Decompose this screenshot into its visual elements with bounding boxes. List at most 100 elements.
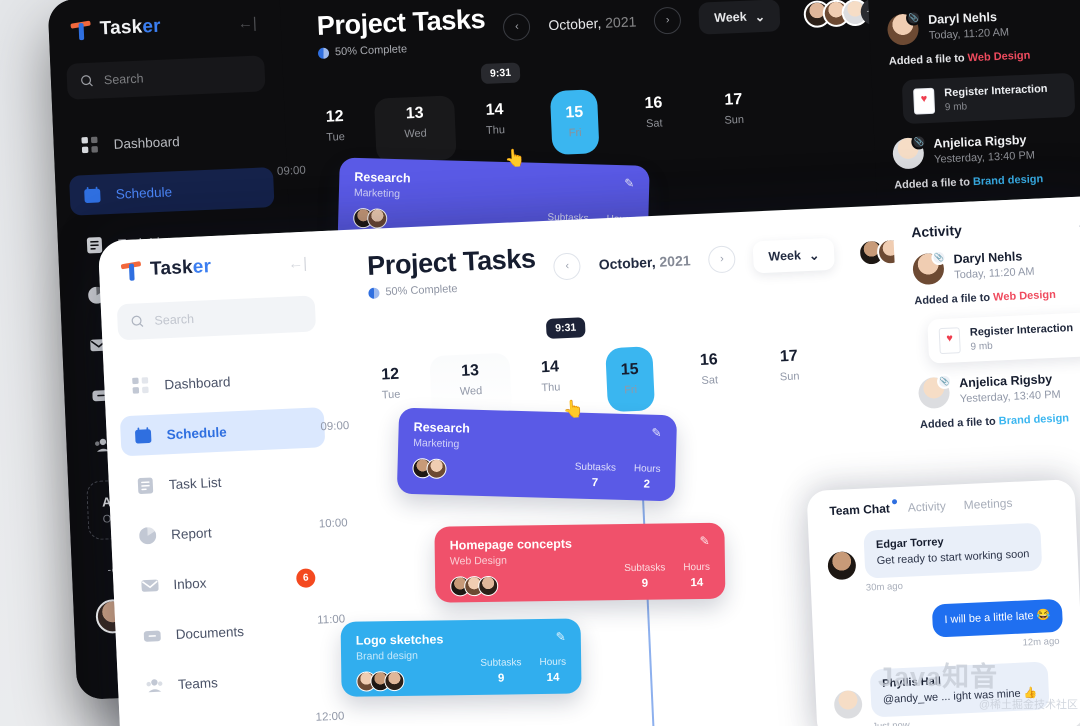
day-name: Thu — [485, 124, 506, 137]
activity-timestamp: Today, 11:20 AM — [928, 26, 1010, 42]
tab-meetings[interactable]: Meetings — [963, 496, 1012, 512]
day-number: 13 — [405, 104, 424, 123]
chat-bubble-incoming[interactable]: Phyllis Hall @andy_we ... ight was mine … — [869, 661, 1051, 718]
sidebar-item-dashboard[interactable]: Dashboard — [118, 357, 324, 406]
day-number: 12 — [325, 108, 344, 126]
chat-bubble-incoming[interactable]: Edgar Torrey Get ready to start working … — [863, 522, 1043, 579]
team-chat-panel: Team Chat Activity Meetings Edgar Torrey… — [806, 479, 1080, 726]
task-card-homepage-concepts[interactable]: Homepage concepts Web Design ✎ Subtasks 9… — [434, 522, 726, 603]
avatar — [833, 689, 863, 719]
edit-task-icon[interactable]: ✎ — [624, 176, 634, 190]
edit-task-icon[interactable]: ✎ — [651, 426, 661, 440]
edit-task-icon[interactable]: ✎ — [699, 534, 709, 548]
day-column[interactable]: 16 Sat — [613, 85, 696, 152]
collapse-sidebar-icon[interactable]: ←| — [237, 14, 257, 32]
view-selector[interactable]: Week ⌄ — [752, 237, 836, 274]
sidebar-item-label: Task List — [168, 474, 222, 492]
activity-item[interactable]: 📎 Daryl Nehls Today, 11:20 AM Added a fi… — [894, 231, 1080, 365]
file-name: Register Interaction — [969, 321, 1074, 339]
activity-item[interactable]: 📎 Anjelica Rigsby Yesterday, 13:40 PM Ad… — [899, 355, 1080, 435]
day-column[interactable]: 12 Tue — [294, 99, 377, 166]
activity-title: Activity — [910, 222, 963, 241]
hour-label: 12:00 — [315, 710, 345, 724]
day-column[interactable]: 17 Sun — [693, 82, 776, 149]
attachment-icon: 📎 — [905, 10, 922, 26]
search-input[interactable]: Search — [66, 55, 266, 100]
view-label: Week — [768, 248, 802, 264]
day-column[interactable]: 13 Wed — [374, 95, 457, 163]
day-column[interactable]: 17 Sun — [748, 338, 831, 406]
activity-item[interactable]: 📎 Daryl Nehls Today, 11:20 AM Added a fi… — [868, 0, 1080, 125]
activity-target[interactable]: Web Design — [993, 289, 1056, 304]
current-time-indicator: 9:31 — [480, 62, 521, 85]
sidebar-item-inbox[interactable]: Inbox 6 — [127, 557, 333, 606]
heart-glyph: ♥ — [920, 93, 928, 106]
search-placeholder: Search — [103, 71, 144, 88]
view-selector[interactable]: Week ⌄ — [698, 0, 781, 35]
prev-month-button[interactable]: ‹ — [553, 251, 582, 281]
chat-text: @andy_we ... ight was mine 👍 — [882, 686, 1038, 706]
sidebar-item-schedule[interactable]: Schedule — [119, 407, 326, 457]
avatar — [478, 575, 499, 597]
activity-file-card[interactable]: ♥ Register Interaction 9 mb — [927, 312, 1080, 364]
mouse-cursor-icon: 👆 — [504, 148, 527, 169]
avatar — [426, 458, 447, 479]
hour-label: 09:00 — [276, 164, 307, 178]
hours-value: 14 — [690, 576, 704, 590]
view-label: Week — [713, 9, 747, 26]
avatar: 📎 — [912, 249, 947, 286]
sidebar-item-schedule[interactable]: Schedule — [69, 167, 275, 216]
day-name: Tue — [326, 130, 346, 144]
activity-action: Added a file to Web Design — [888, 49, 1031, 68]
people-icon — [146, 678, 163, 692]
collapse-sidebar-icon[interactable]: ←| — [288, 254, 308, 272]
page-title: Project Tasks — [366, 243, 537, 281]
task-card-logo-sketches[interactable]: Logo sketches Brand design ✎ Subtasks 9 H… — [340, 618, 582, 697]
month-label: October, 2021 — [598, 252, 691, 273]
activity-target[interactable]: Brand design — [973, 173, 1044, 188]
day-number: 16 — [644, 94, 663, 113]
file-icon: ♥ — [938, 327, 961, 355]
tab-activity[interactable]: Activity — [907, 499, 946, 515]
next-month-button[interactable]: › — [707, 244, 737, 273]
prev-month-button[interactable]: ‹ — [502, 12, 532, 41]
next-month-button[interactable]: › — [653, 5, 682, 35]
search-input[interactable]: Search — [116, 295, 317, 341]
chat-bubble-outgoing[interactable]: I will be a little late 😂 — [931, 598, 1064, 638]
day-name: Wed — [459, 384, 483, 398]
sidebar-item-label: Teams — [177, 674, 219, 692]
sidebar-item-label: Report — [170, 524, 213, 542]
sidebar-item-teams[interactable]: Teams — [131, 657, 337, 706]
activity-target[interactable]: Web Design — [967, 50, 1030, 65]
day-column-today[interactable]: 15 Fri — [605, 346, 656, 413]
day-number: 15 — [620, 360, 639, 379]
edit-task-icon[interactable]: ✎ — [556, 630, 566, 644]
day-column-today[interactable]: 15 Fri — [549, 89, 600, 156]
avatar: 📎 — [886, 10, 922, 46]
tab-team-chat[interactable]: Team Chat — [829, 501, 890, 518]
sidebar-item-documents[interactable]: Documents — [129, 607, 335, 656]
day-column[interactable]: 16 Sat — [668, 342, 751, 410]
activity-user-name: Daryl Nehls — [953, 249, 1023, 267]
avatar: 📎 — [917, 373, 953, 410]
brand-logo[interactable]: Tasker ←| — [48, 0, 282, 43]
sidebar-item-task-list[interactable]: Task List — [122, 457, 328, 506]
activity-action: Added a file to Brand design — [919, 412, 1070, 432]
day-number: 12 — [380, 365, 400, 384]
attachment-icon: 📎 — [911, 134, 927, 150]
sidebar-item-label: Dashboard — [164, 373, 231, 392]
sidebar-item-dashboard[interactable]: Dashboard — [67, 117, 273, 166]
activity-item[interactable]: 📎 Anjelica Rigsby Yesterday, 13:40 PM Ad… — [874, 116, 1080, 195]
activity-action: Added a file to Web Design — [914, 288, 1057, 308]
day-number: 13 — [460, 362, 480, 380]
task-card-research[interactable]: Research Marketing ✎ Subtasks7 Hours2 — [396, 407, 678, 502]
activity-file-card[interactable]: ♥ Register Interaction 9 mb — [901, 72, 1076, 125]
activity-target[interactable]: Brand design — [998, 412, 1069, 427]
brand-name: Tasker — [149, 256, 212, 280]
inbox-badge: 6 — [295, 568, 316, 589]
day-number: 17 — [779, 347, 799, 366]
calendar-icon — [135, 426, 152, 444]
sidebar-item-report[interactable]: Report — [124, 507, 330, 556]
list-icon — [137, 477, 154, 494]
day-number: 17 — [724, 90, 743, 109]
